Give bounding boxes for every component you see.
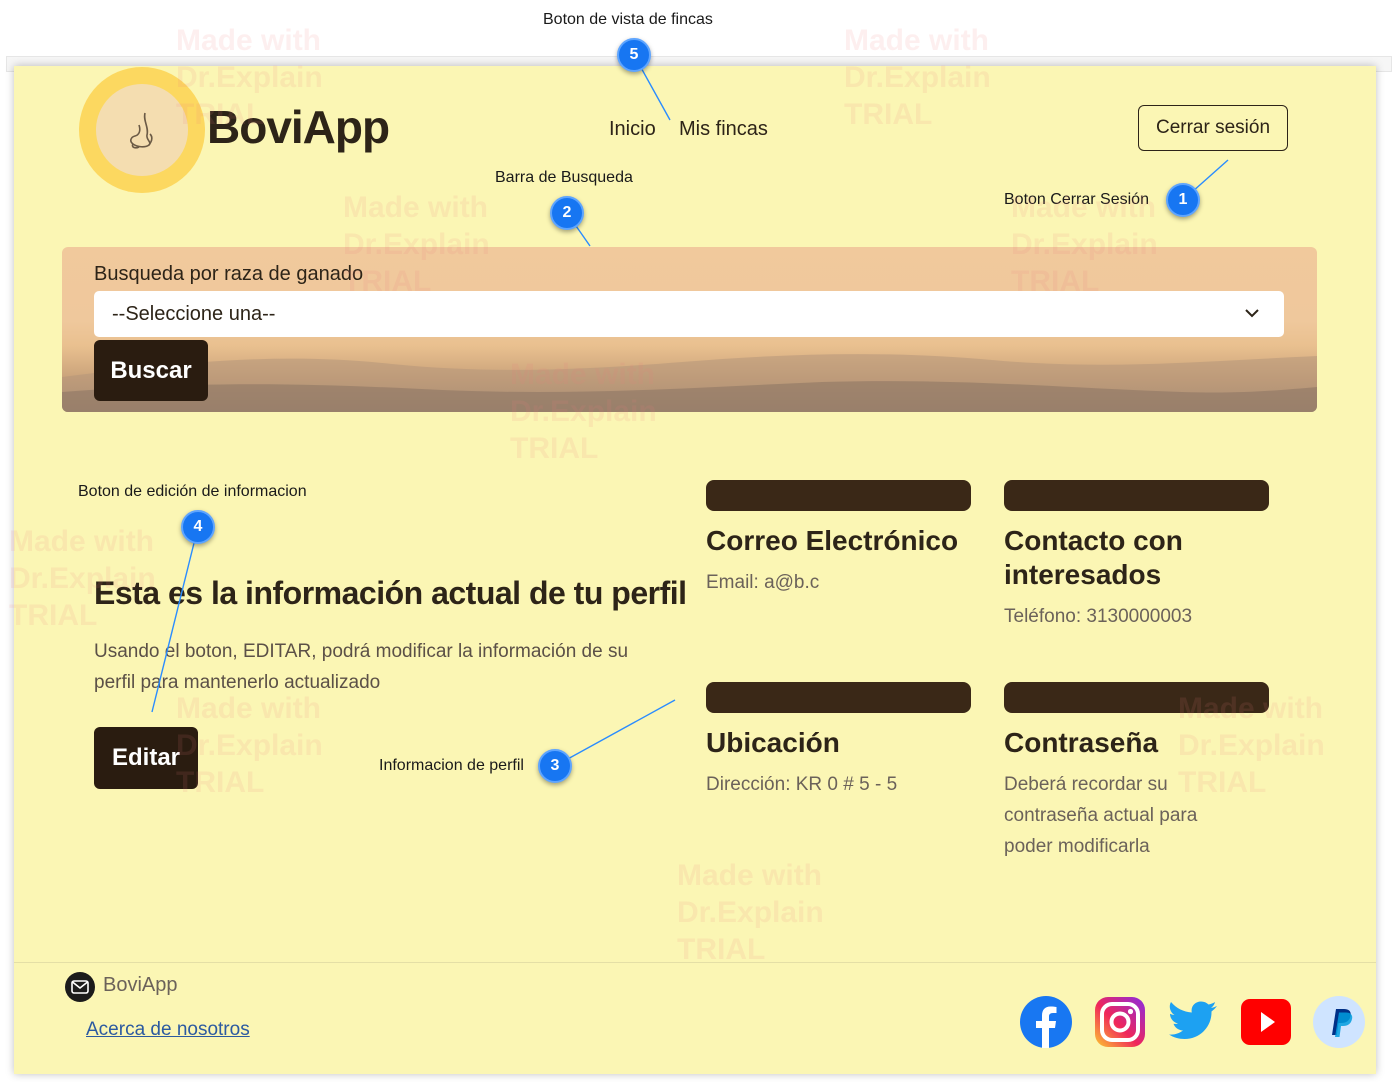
callout-label-2: Barra de Busqueda bbox=[495, 169, 633, 186]
callout-label-4: Boton de edición de informacion bbox=[78, 483, 307, 500]
callout-badge-2: 2 bbox=[550, 196, 584, 230]
callout-badge-5: 5 bbox=[617, 38, 651, 72]
callout-badge-4: 4 bbox=[181, 510, 215, 544]
callout-badge-3: 3 bbox=[538, 749, 572, 783]
callout-label-5: Boton de vista de fincas bbox=[543, 11, 713, 28]
callout-connectors bbox=[151, 54, 1229, 767]
callout-badge-1: 1 bbox=[1166, 183, 1200, 217]
callout-label-3: Informacion de perfil bbox=[379, 757, 524, 774]
callout-label-1: Boton Cerrar Sesión bbox=[1004, 191, 1149, 208]
